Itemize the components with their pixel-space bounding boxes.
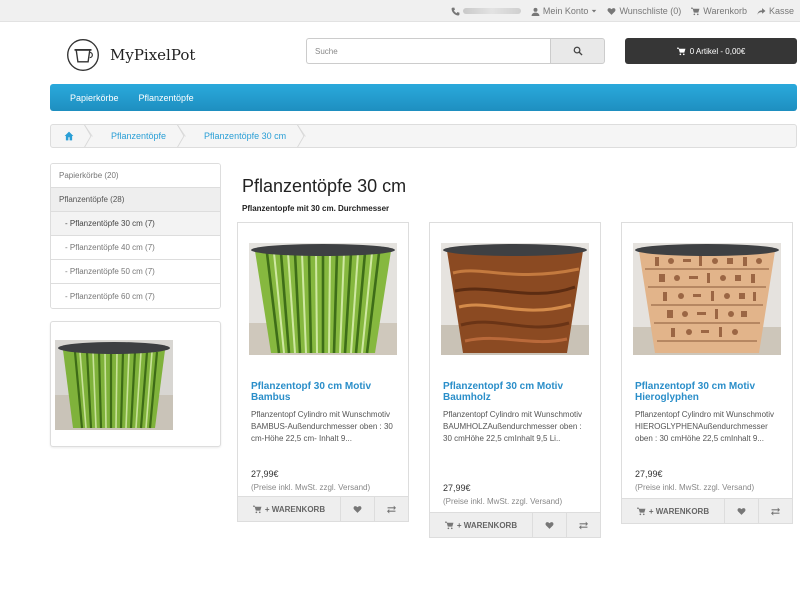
- product-description: Pflanzentopf Cylindro mit Wunschmotiv BA…: [251, 410, 393, 443]
- category-item-papierkoerbe[interactable]: Papierkörbe (20): [51, 164, 220, 188]
- wood-pot-image: [441, 243, 589, 355]
- breadcrumb-item-pflanzentoepfe[interactable]: Pflanzentöpfe: [97, 125, 180, 147]
- product-price: 27,99€: [251, 469, 279, 479]
- product-tax-note: (Preise inkl. MwSt. zzgl. Versand): [443, 497, 563, 506]
- product-image-link[interactable]: [633, 243, 781, 355]
- account-label: Mein Konto: [542, 6, 589, 16]
- product-image-link[interactable]: [249, 243, 397, 355]
- breadcrumb-separator: [300, 125, 310, 147]
- brand-logo[interactable]: MyPixelPot: [66, 38, 195, 72]
- compare-button[interactable]: [567, 513, 600, 537]
- product-name-link[interactable]: Pflanzentopf 30 cm Motiv Bambus: [251, 381, 401, 403]
- bamboo-pot-image: [55, 340, 173, 430]
- breadcrumb: Pflanzentöpfe Pflanzentöpfe 30 cm: [50, 124, 797, 148]
- product-actions: + WARENKORB: [238, 496, 408, 521]
- search-input[interactable]: [306, 38, 550, 64]
- home-icon: [64, 131, 74, 141]
- breadcrumb-separator: [87, 125, 97, 147]
- product-actions: + WARENKORB: [622, 498, 792, 523]
- shopping-cart-icon: [676, 47, 686, 55]
- cart-summary-label: 0 Artikel - 0,00€: [689, 46, 746, 56]
- phone-link[interactable]: [451, 7, 521, 16]
- category-item-pflanzentoepfe-50[interactable]: - Pflanzentöpfe 50 cm (7): [51, 260, 220, 284]
- checkout-link[interactable]: Kasse: [757, 6, 794, 16]
- caret-down-icon: [592, 9, 597, 13]
- phone-number-redacted: [462, 8, 521, 14]
- product-image-link[interactable]: [441, 243, 589, 355]
- page-subtitle: Pflanzentopfe mit 30 cm. Durchmesser: [242, 204, 390, 213]
- shopping-cart-icon: [691, 7, 700, 15]
- product-card: Pflanzentopf 30 cm Motiv Baumholz Pflanz…: [429, 222, 601, 538]
- category-item-pflanzentoepfe-40[interactable]: - Pflanzentöpfe 40 cm (7): [51, 236, 220, 260]
- category-list: Papierkörbe (20) Pflanzentöpfe (28) - Pf…: [50, 163, 221, 309]
- wishlist-link[interactable]: Wunschliste (0): [607, 6, 681, 16]
- breadcrumb-home[interactable]: [51, 125, 87, 147]
- category-item-pflanzentoepfe-60[interactable]: - Pflanzentöpfe 60 cm (7): [51, 284, 220, 308]
- add-to-cart-label: + WARENKORB: [648, 506, 710, 516]
- add-to-cart-button[interactable]: + WARENKORB: [622, 499, 725, 523]
- search-bar: [306, 38, 605, 64]
- category-item-pflanzentoepfe[interactable]: Pflanzentöpfe (28): [51, 188, 220, 212]
- product-card: Pflanzentopf 30 cm Motiv Bambus Pflanzen…: [237, 222, 409, 522]
- shopping-cart-icon: [252, 505, 262, 513]
- share-icon: [757, 7, 766, 15]
- checkout-label: Kasse: [768, 6, 794, 16]
- exchange-icon: [771, 507, 780, 515]
- add-to-cart-button[interactable]: + WARENKORB: [238, 497, 341, 521]
- add-to-wishlist-button[interactable]: [533, 513, 567, 537]
- page-title: Pflanzentöpfe 30 cm: [242, 176, 407, 196]
- product-name-link[interactable]: Pflanzentopf 30 cm Motiv Baumholz: [443, 381, 593, 403]
- heart-icon: [545, 521, 554, 529]
- product-tax-note: (Preise inkl. MwSt. zzgl. Versand): [251, 483, 371, 492]
- add-to-cart-label: + WARENKORB: [456, 520, 518, 530]
- add-to-wishlist-button[interactable]: [341, 497, 375, 521]
- account-menu[interactable]: Mein Konto: [531, 6, 598, 16]
- heart-icon: [607, 7, 616, 15]
- product-card: Pflanzentopf 30 cm Motiv Hieroglyphen Pf…: [621, 222, 793, 524]
- top-nav: Mein Konto Wunschliste (0) Warenkorb Kas…: [451, 0, 794, 22]
- category-item-pflanzentoepfe-30[interactable]: - Pflanzentöpfe 30 cm (7): [51, 212, 220, 236]
- add-to-wishlist-button[interactable]: [725, 499, 759, 523]
- nav-item-papierkoerbe[interactable]: Papierkörbe: [70, 93, 119, 103]
- product-name-link[interactable]: Pflanzentopf 30 cm Motiv Hieroglyphen: [635, 381, 785, 403]
- compare-button[interactable]: [759, 499, 792, 523]
- exchange-icon: [579, 521, 588, 529]
- product-tax-note: (Preise inkl. MwSt. zzgl. Versand): [635, 483, 755, 492]
- nav-item-pflanzentoepfe[interactable]: Pflanzentöpfe: [139, 93, 194, 103]
- top-bar: Mein Konto Wunschliste (0) Warenkorb Kas…: [0, 0, 800, 22]
- search-button[interactable]: [550, 38, 605, 64]
- shopping-cart-icon: [636, 507, 646, 515]
- heart-icon: [353, 505, 362, 513]
- add-to-cart-button[interactable]: + WARENKORB: [430, 513, 533, 537]
- sidebar-banner[interactable]: [50, 321, 221, 447]
- compare-button[interactable]: [375, 497, 408, 521]
- breadcrumb-item-pflanzentoepfe-30[interactable]: Pflanzentöpfe 30 cm: [190, 125, 300, 147]
- search-icon: [573, 46, 583, 56]
- wishlist-label: Wunschliste (0): [619, 6, 682, 16]
- heart-icon: [737, 507, 746, 515]
- product-description: Pflanzentopf Cylindro mit Wunschmotiv HI…: [635, 410, 775, 443]
- product-actions: + WARENKORB: [430, 512, 600, 537]
- hieroglyph-pot-image: [633, 243, 781, 355]
- brand-name: MyPixelPot: [110, 46, 196, 64]
- cart-label: Warenkorb: [703, 6, 747, 16]
- phone-icon: [451, 7, 460, 15]
- product-price: 27,99€: [635, 469, 663, 479]
- breadcrumb-separator: [180, 125, 190, 147]
- shopping-cart-icon: [444, 521, 454, 529]
- bamboo-pot-image: [249, 243, 397, 355]
- add-to-cart-label: + WARENKORB: [264, 504, 326, 514]
- main-nav: Papierkörbe Pflanzentöpfe: [50, 84, 797, 111]
- exchange-icon: [387, 505, 396, 513]
- product-price: 27,99€: [443, 483, 471, 493]
- product-description: Pflanzentopf Cylindro mit Wunschmotiv BA…: [443, 410, 583, 443]
- cart-link[interactable]: Warenkorb: [691, 6, 747, 16]
- cart-summary-button[interactable]: 0 Artikel - 0,00€: [625, 38, 797, 64]
- pot-logo-icon: [67, 39, 99, 71]
- user-icon: [531, 7, 540, 16]
